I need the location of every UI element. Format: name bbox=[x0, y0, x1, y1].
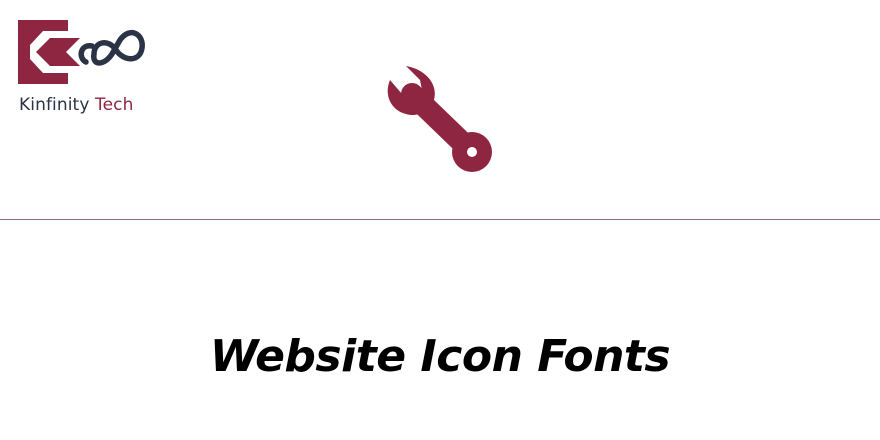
brand-logo[interactable]: Kinfinity Tech bbox=[16, 18, 166, 118]
page-title: Website Icon Fonts bbox=[209, 331, 671, 383]
wrench-icon bbox=[387, 66, 492, 172]
brand-name: Kinfinity Tech bbox=[19, 95, 133, 115]
k-infinity-logo-icon bbox=[18, 20, 145, 84]
brand-name-part1: Kinfinity bbox=[19, 95, 90, 115]
section-divider bbox=[0, 219, 880, 220]
brand-name-part2: Tech bbox=[95, 95, 134, 115]
